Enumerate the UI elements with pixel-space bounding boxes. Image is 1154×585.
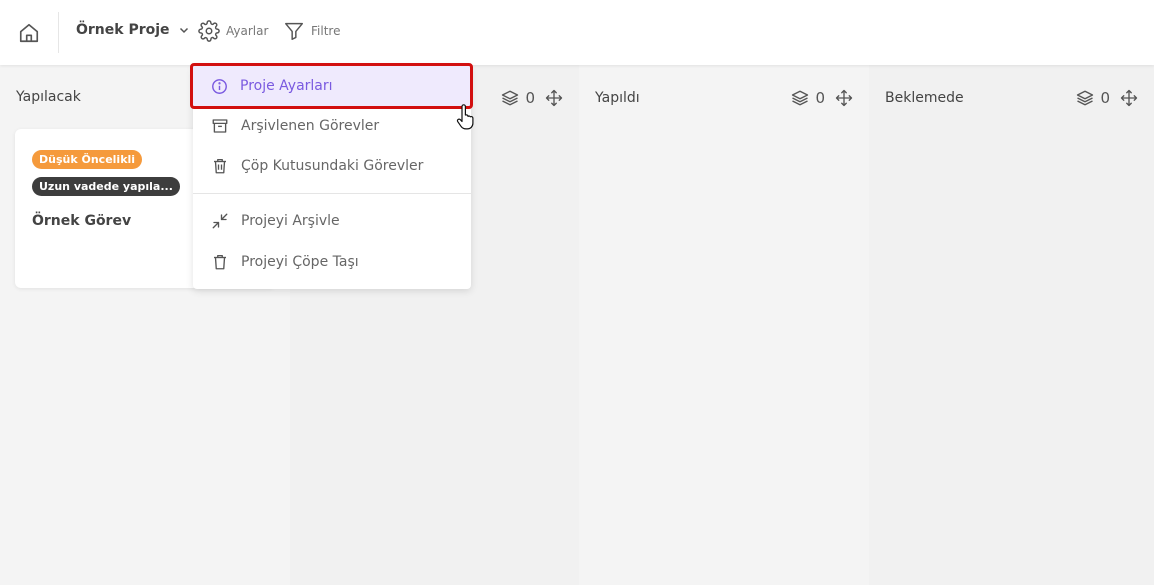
home-icon xyxy=(19,23,39,43)
task-count-value: 0 xyxy=(815,89,825,107)
pointer-hand-cursor-icon xyxy=(456,104,476,134)
column-title: Beklemede xyxy=(885,90,964,106)
info-icon xyxy=(212,78,227,94)
menu-item-trashed-tasks[interactable]: Çöp Kutusundaki Görevler xyxy=(193,146,471,186)
priority-tag: Düşük Öncelikli xyxy=(32,150,143,169)
column-beklemede: Beklemede 0 xyxy=(869,65,1154,585)
move-column-button[interactable] xyxy=(835,89,853,107)
task-count: 0 xyxy=(1076,89,1110,107)
menu-item-label: Proje Ayarları xyxy=(240,78,333,94)
filter-label: Filtre xyxy=(311,24,341,38)
project-name: Örnek Proje xyxy=(76,22,170,38)
menu-item-archive-project[interactable]: Projeyi Arşivle xyxy=(193,201,471,241)
move-column-button[interactable] xyxy=(1120,89,1138,107)
column-header: Beklemede 0 xyxy=(885,89,1138,107)
project-selector[interactable]: Örnek Proje xyxy=(76,22,190,38)
filter-button[interactable]: Filtre xyxy=(283,20,340,42)
menu-divider xyxy=(193,193,471,194)
menu-item-label: Projeyi Çöpe Taşı xyxy=(241,254,359,270)
top-bar: Örnek Proje Ayarlar Filtre xyxy=(0,0,1154,65)
layers-icon xyxy=(792,90,809,106)
column-header: Yapıldı 0 xyxy=(595,89,853,107)
header-divider xyxy=(58,12,59,53)
trash-icon xyxy=(214,254,226,270)
chevron-down-icon xyxy=(179,27,188,34)
task-count-value: 0 xyxy=(525,89,535,107)
settings-label: Ayarlar xyxy=(226,24,269,38)
layers-icon xyxy=(502,90,519,106)
menu-item-project-settings[interactable]: Proje Ayarları xyxy=(193,66,471,106)
layers-icon xyxy=(1077,90,1094,106)
task-title: Örnek Görev xyxy=(32,213,132,229)
menu-item-label: Arşivlenen Görevler xyxy=(241,118,380,134)
move-icon xyxy=(835,89,853,107)
home-button[interactable] xyxy=(16,20,42,46)
menu-item-trash-project[interactable]: Projeyi Çöpe Taşı xyxy=(193,242,471,282)
move-column-button[interactable] xyxy=(545,89,563,107)
filter-icon xyxy=(285,22,303,40)
task-count-value: 0 xyxy=(1100,89,1110,107)
settings-button[interactable]: Ayarlar xyxy=(198,20,268,42)
column-yapildi: Yapıldı 0 xyxy=(579,65,869,585)
trash-icon xyxy=(214,158,226,174)
task-count: 0 xyxy=(791,89,825,107)
move-icon xyxy=(545,89,563,107)
label-tag: Uzun vadede yapıla... xyxy=(32,177,180,196)
menu-item-archived-tasks[interactable]: Arşivlenen Görevler xyxy=(193,106,471,146)
menu-item-label: Çöp Kutusundaki Görevler xyxy=(241,158,424,174)
collapse-arrows-icon xyxy=(212,213,228,229)
gear-icon xyxy=(198,20,220,42)
move-icon xyxy=(1120,89,1138,107)
column-title: Yapıldı xyxy=(595,90,640,106)
task-count: 0 xyxy=(501,89,535,107)
archive-box-icon xyxy=(212,119,228,133)
column-title: Yapılacak xyxy=(16,89,81,105)
menu-item-label: Projeyi Arşivle xyxy=(241,213,340,229)
settings-dropdown-menu: Proje Ayarları Arşivlenen Görevler Çöp K… xyxy=(193,65,471,289)
